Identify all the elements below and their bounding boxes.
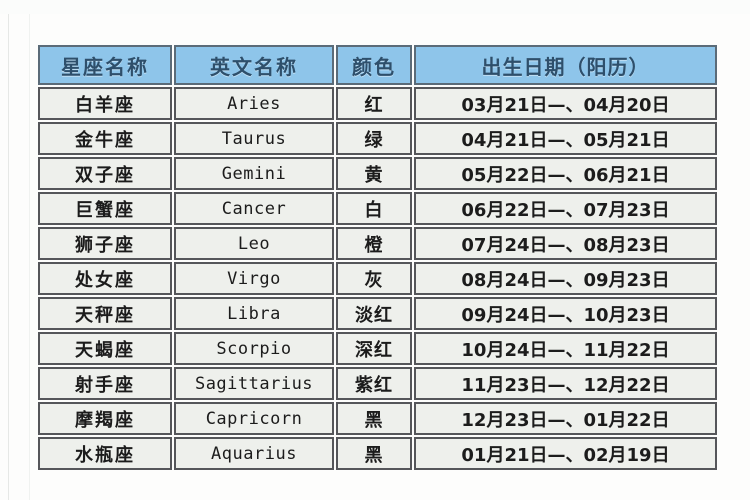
cell-english-name: Virgo: [174, 262, 334, 295]
cell-english-name: Gemini: [174, 157, 334, 190]
table-body: 白羊座 Aries 红 03月21日—、04月20日 金牛座 Taurus 绿 …: [38, 87, 717, 470]
table-header: 星座名称 英文名称 颜色 出生日期（阳历）: [38, 45, 717, 85]
table-row: 狮子座 Leo 橙 07月24日—、08月23日: [38, 227, 717, 260]
cell-english-name: Cancer: [174, 192, 334, 225]
cell-zodiac-name: 水瓶座: [38, 437, 172, 470]
top-cropped-text-strip: ••••• •• •••••: [0, 0, 750, 14]
cell-color: 黄: [336, 157, 412, 190]
cropped-heading-ghost: ••••• •• •••••: [336, 0, 520, 6]
cell-color: 绿: [336, 122, 412, 155]
cell-zodiac-name: 天蝎座: [38, 332, 172, 365]
table-row: 处女座 Virgo 灰 08月24日—、09月23日: [38, 262, 717, 295]
column-header-birth-date: 出生日期（阳历）: [414, 45, 717, 85]
table-header-row: 星座名称 英文名称 颜色 出生日期（阳历）: [38, 45, 717, 85]
table-row: 金牛座 Taurus 绿 04月21日—、05月21日: [38, 122, 717, 155]
cell-birth-date: 12月23日—、01月22日: [414, 402, 717, 435]
table-row: 白羊座 Aries 红 03月21日—、04月20日: [38, 87, 717, 120]
cell-birth-date: 03月21日—、04月20日: [414, 87, 717, 120]
cell-birth-date: 08月24日—、09月23日: [414, 262, 717, 295]
cell-english-name: Leo: [174, 227, 334, 260]
cell-color: 红: [336, 87, 412, 120]
table-row: 水瓶座 Aquarius 黑 01月21日—、02月19日: [38, 437, 717, 470]
cell-zodiac-name: 天秤座: [38, 297, 172, 330]
column-header-english-name: 英文名称: [174, 45, 334, 85]
left-margin-rule: [8, 14, 9, 500]
cell-english-name: Aquarius: [174, 437, 334, 470]
column-header-color: 颜色: [336, 45, 412, 85]
cell-zodiac-name: 狮子座: [38, 227, 172, 260]
cell-english-name: Scorpio: [174, 332, 334, 365]
cell-color: 深红: [336, 332, 412, 365]
cell-english-name: Sagittarius: [174, 367, 334, 400]
cell-english-name: Aries: [174, 87, 334, 120]
cell-color: 橙: [336, 227, 412, 260]
zodiac-table: 星座名称 英文名称 颜色 出生日期（阳历） 白羊座 Aries 红 03月21日…: [36, 43, 719, 472]
cell-english-name: Libra: [174, 297, 334, 330]
cell-birth-date: 01月21日—、02月19日: [414, 437, 717, 470]
cell-zodiac-name: 巨蟹座: [38, 192, 172, 225]
cell-english-name: Taurus: [174, 122, 334, 155]
cell-birth-date: 11月23日—、12月22日: [414, 367, 717, 400]
cell-birth-date: 04月21日—、05月21日: [414, 122, 717, 155]
cell-birth-date: 06月22日—、07月23日: [414, 192, 717, 225]
cell-zodiac-name: 处女座: [38, 262, 172, 295]
left-margin-rule-secondary: [29, 14, 30, 500]
table-row: 射手座 Sagittarius 紫红 11月23日—、12月22日: [38, 367, 717, 400]
table-row: 天秤座 Libra 淡红 09月24日—、10月23日: [38, 297, 717, 330]
cell-zodiac-name: 射手座: [38, 367, 172, 400]
cell-color: 紫红: [336, 367, 412, 400]
cell-zodiac-name: 双子座: [38, 157, 172, 190]
cell-zodiac-name: 金牛座: [38, 122, 172, 155]
cell-zodiac-name: 白羊座: [38, 87, 172, 120]
table-row: 双子座 Gemini 黄 05月22日—、06月21日: [38, 157, 717, 190]
cell-color: 黑: [336, 437, 412, 470]
cell-color: 白: [336, 192, 412, 225]
cell-birth-date: 07月24日—、08月23日: [414, 227, 717, 260]
column-header-zodiac-name: 星座名称: [38, 45, 172, 85]
cell-zodiac-name: 摩羯座: [38, 402, 172, 435]
cell-color: 淡红: [336, 297, 412, 330]
cell-birth-date: 10月24日—、11月22日: [414, 332, 717, 365]
table-row: 天蝎座 Scorpio 深红 10月24日—、11月22日: [38, 332, 717, 365]
table-row: 巨蟹座 Cancer 白 06月22日—、07月23日: [38, 192, 717, 225]
cell-birth-date: 09月24日—、10月23日: [414, 297, 717, 330]
cell-english-name: Capricorn: [174, 402, 334, 435]
cell-color: 黑: [336, 402, 412, 435]
table-row: 摩羯座 Capricorn 黑 12月23日—、01月22日: [38, 402, 717, 435]
cell-color: 灰: [336, 262, 412, 295]
cell-birth-date: 05月22日—、06月21日: [414, 157, 717, 190]
